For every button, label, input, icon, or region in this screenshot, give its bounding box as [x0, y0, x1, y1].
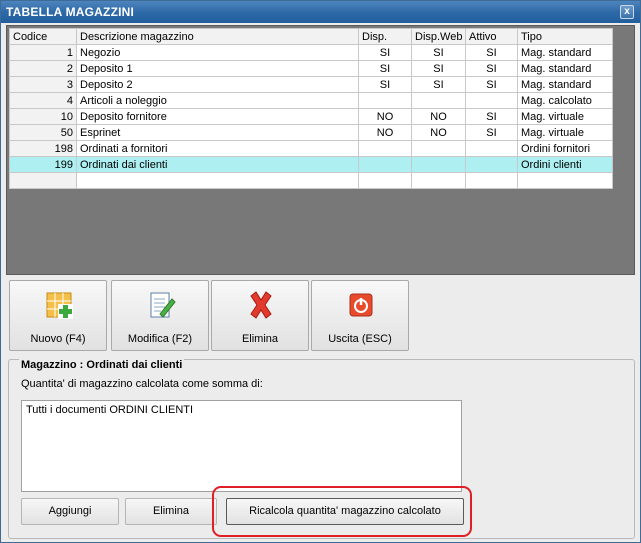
cell-type: Ordini clienti	[517, 156, 613, 173]
table-row[interactable]: 10 Deposito fornitore NO NO SI Mag. virtuale	[9, 108, 613, 125]
document-list[interactable]: Tutti i documenti ORDINI CLIENTI	[21, 400, 462, 492]
warehouse-table: Codice Descrizione magazzino Disp. Disp.…	[9, 28, 613, 189]
cell-available	[358, 156, 412, 173]
cell-type: Mag. standard	[517, 76, 613, 93]
cell-code: 1	[9, 44, 77, 61]
table-header-row: Codice Descrizione magazzino Disp. Disp.…	[9, 28, 613, 45]
cell-description: Ordinati a fornitori	[76, 140, 359, 157]
cell-available: NO	[358, 108, 412, 125]
cell-code: 198	[9, 140, 77, 157]
cell-web-available	[411, 92, 466, 109]
cell-active	[465, 92, 518, 109]
cell-available: SI	[358, 44, 412, 61]
cell-available	[358, 140, 412, 157]
cell-code: 10	[9, 108, 77, 125]
cell-empty	[411, 172, 466, 189]
cell-active: SI	[465, 60, 518, 77]
cell-type: Mag. standard	[517, 44, 613, 61]
cell-active	[465, 156, 518, 173]
cell-empty	[9, 172, 77, 189]
cell-web-available	[411, 140, 466, 157]
cell-web-available: SI	[411, 44, 466, 61]
table-row[interactable]: 3 Deposito 2 SI SI SI Mag. standard	[9, 76, 613, 93]
cell-empty	[358, 172, 412, 189]
cell-description: Negozio	[76, 44, 359, 61]
detail-title: Magazzino : Ordinati dai clienti	[19, 359, 185, 371]
add-button[interactable]: Aggiungi	[21, 498, 119, 525]
power-off-icon	[349, 293, 373, 317]
cell-code: 50	[9, 124, 77, 141]
cell-code: 199	[9, 156, 77, 173]
cell-type: Ordini fornitori	[517, 140, 613, 157]
cell-description: Ordinati dai clienti	[76, 156, 359, 173]
cell-active: SI	[465, 44, 518, 61]
warehouse-detail-panel: Magazzino : Ordinati dai clienti Quantit…	[8, 359, 635, 539]
close-button[interactable]: x	[620, 5, 634, 19]
grid-add-icon	[46, 292, 73, 319]
table-row[interactable]: 4 Articoli a noleggio Mag. calcolato	[9, 92, 613, 109]
column-header-web-available[interactable]: Disp.Web	[411, 28, 466, 45]
new-button[interactable]: Nuovo (F4)	[9, 280, 107, 351]
edit-button-label: Modifica (F2)	[127, 333, 193, 345]
cell-web-available: SI	[411, 76, 466, 93]
table-row[interactable]: 1 Negozio SI SI SI Mag. standard	[9, 44, 613, 61]
cell-type: Mag. virtuale	[517, 124, 613, 141]
cell-empty	[465, 172, 518, 189]
table-row[interactable]: 199 Ordinati dai clienti Ordini clienti	[9, 156, 613, 173]
column-header-type[interactable]: Tipo	[517, 28, 613, 45]
cell-available: SI	[358, 60, 412, 77]
cell-description: Esprinet	[76, 124, 359, 141]
cell-type: Mag. standard	[517, 60, 613, 77]
cell-available: SI	[358, 76, 412, 93]
cell-empty	[76, 172, 359, 189]
window-title: TABELLA MAGAZZINI	[6, 5, 135, 19]
delete-button-label: Elimina	[241, 333, 279, 345]
table-row[interactable]: 198 Ordinati a fornitori Ordini fornitori	[9, 140, 613, 157]
cell-web-available: SI	[411, 60, 466, 77]
cell-description: Deposito fornitore	[76, 108, 359, 125]
cell-type: Mag. calcolato	[517, 92, 613, 109]
table-row[interactable]: 2 Deposito 1 SI SI SI Mag. standard	[9, 60, 613, 77]
column-header-available[interactable]: Disp.	[358, 28, 412, 45]
cell-available	[358, 92, 412, 109]
cell-active: SI	[465, 76, 518, 93]
detail-subtitle: Quantita' di magazzino calcolata come so…	[21, 378, 263, 390]
close-icon: x	[624, 6, 630, 17]
cell-code: 2	[9, 60, 77, 77]
column-header-code[interactable]: Codice	[9, 28, 77, 45]
warehouse-grid-area: Codice Descrizione magazzino Disp. Disp.…	[6, 25, 635, 275]
cell-description: Articoli a noleggio	[76, 92, 359, 109]
cell-active: SI	[465, 108, 518, 125]
table-row-empty[interactable]	[9, 172, 613, 189]
recalculate-button[interactable]: Ricalcola quantita' magazzino calcolato	[226, 498, 464, 525]
remove-button[interactable]: Elimina	[125, 498, 217, 525]
cell-code: 3	[9, 76, 77, 93]
cell-active	[465, 140, 518, 157]
table-row[interactable]: 50 Esprinet NO NO SI Mag. virtuale	[9, 124, 613, 141]
column-header-active[interactable]: Attivo	[465, 28, 518, 45]
warehouse-table-window: TABELLA MAGAZZINI x Codice Descrizione m…	[0, 0, 641, 543]
cell-active: SI	[465, 124, 518, 141]
cell-empty	[517, 172, 613, 189]
edit-document-icon	[150, 292, 176, 318]
exit-button[interactable]: Uscita (ESC)	[311, 280, 409, 351]
list-item[interactable]: Tutti i documenti ORDINI CLIENTI	[26, 404, 457, 416]
cell-code: 4	[9, 92, 77, 109]
column-header-description[interactable]: Descrizione magazzino	[76, 28, 359, 45]
cell-description: Deposito 1	[76, 60, 359, 77]
cell-web-available: NO	[411, 124, 466, 141]
cell-available: NO	[358, 124, 412, 141]
cell-description: Deposito 2	[76, 76, 359, 93]
new-button-label: Nuovo (F4)	[30, 333, 86, 345]
cell-type: Mag. virtuale	[517, 108, 613, 125]
edit-button[interactable]: Modifica (F2)	[111, 280, 209, 351]
table-body: 1 Negozio SI SI SI Mag. standard 2 Deposito 1 SI…	[9, 44, 613, 189]
title-bar[interactable]: TABELLA MAGAZZINI x	[1, 1, 640, 23]
delete-x-icon	[250, 291, 272, 319]
delete-button[interactable]: Elimina	[211, 280, 309, 351]
cell-web-available: NO	[411, 108, 466, 125]
cell-web-available	[411, 156, 466, 173]
exit-button-label: Uscita (ESC)	[328, 333, 392, 345]
